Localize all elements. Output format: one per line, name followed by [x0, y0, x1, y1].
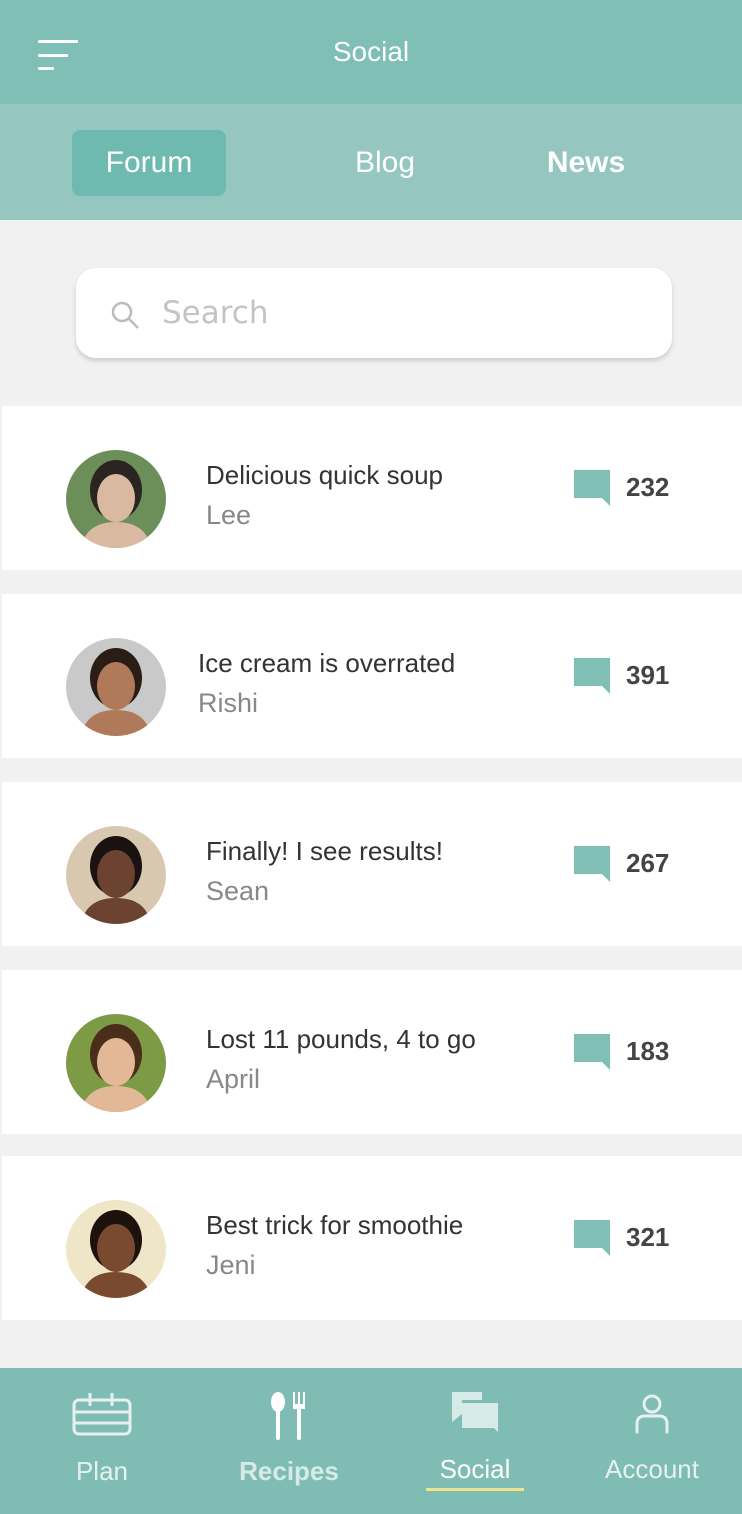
comment-count: 183 [626, 1036, 670, 1066]
post-title: Lost 11 pounds, 4 to go [206, 1024, 476, 1054]
search-icon [111, 301, 139, 329]
chat-icon [452, 1392, 498, 1432]
comment-count: 391 [626, 660, 670, 690]
nav-account[interactable]: Account [596, 1368, 708, 1514]
comment-count: 321 [626, 1222, 670, 1252]
post-row[interactable]: Best trick for smoothie Jeni 321 [2, 1156, 742, 1320]
bottom-nav: Plan Recipes Social Account [0, 1368, 742, 1514]
comment-icon [574, 658, 610, 694]
person-icon [635, 1394, 669, 1434]
post-title: Best trick for smoothie [206, 1210, 464, 1240]
nav-label: Recipes [239, 1456, 339, 1486]
avatar [66, 1014, 166, 1112]
comment-icon [574, 470, 610, 506]
post-row[interactable]: Ice cream is overrated Rishi 391 [2, 594, 742, 758]
active-nav-indicator [426, 1488, 524, 1491]
tab-bar: Forum Blog News [0, 104, 742, 220]
post-author: Jeni [206, 1250, 256, 1280]
nav-recipes[interactable]: Recipes [232, 1368, 346, 1514]
post-row[interactable]: Lost 11 pounds, 4 to go April 183 [2, 970, 742, 1134]
comment-count: 232 [626, 472, 670, 502]
avatar [66, 450, 166, 548]
post-author: Sean [206, 876, 270, 906]
app-header: Social [0, 0, 742, 104]
search-bar [76, 268, 672, 358]
post-author: April [206, 1064, 261, 1094]
comment-icon [574, 846, 610, 882]
calendar-icon [72, 1393, 132, 1436]
nav-social[interactable]: Social [426, 1368, 524, 1514]
tab-forum[interactable]: Forum [72, 130, 226, 196]
comment-icon [574, 1034, 610, 1070]
post-row[interactable]: Finally! I see results! Sean 267 [2, 782, 742, 946]
post-title: Delicious quick soup [206, 460, 444, 490]
nav-label: Plan [75, 1456, 129, 1486]
comment-icon [574, 1220, 610, 1256]
nav-label: Social [439, 1454, 511, 1484]
tab-news[interactable]: News [520, 130, 652, 196]
nav-label: Account [605, 1454, 699, 1484]
tab-blog[interactable]: Blog [320, 130, 450, 196]
post-title: Ice cream is overrated [198, 648, 456, 678]
post-author: Rishi [198, 688, 259, 718]
post-row[interactable]: Delicious quick soup Lee 232 [2, 406, 742, 570]
search-input[interactable] [162, 288, 642, 338]
comment-count: 267 [626, 848, 670, 878]
post-author: Lee [206, 500, 252, 530]
nav-plan[interactable]: Plan [50, 1368, 154, 1514]
avatar [66, 1200, 166, 1298]
page-title: Social [332, 36, 410, 67]
cutlery-icon [271, 1392, 305, 1440]
avatar [66, 826, 166, 924]
post-title: Finally! I see results! [206, 836, 443, 866]
avatar [66, 638, 166, 736]
